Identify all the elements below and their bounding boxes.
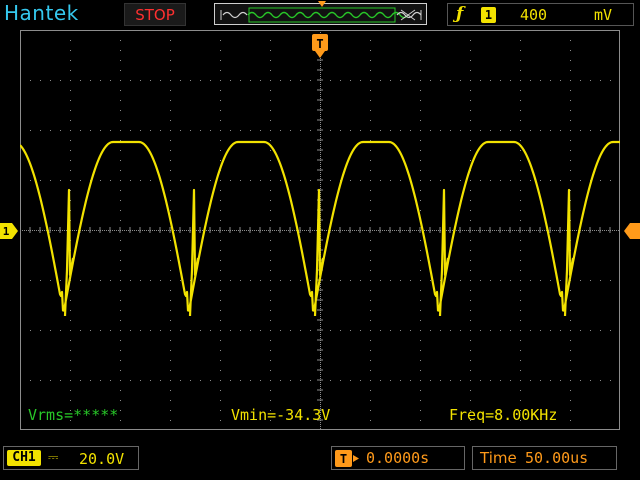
- horizontal-position-panel[interactable]: T 0.0000s: [331, 446, 465, 470]
- trigger-position-label: T: [316, 37, 323, 51]
- trigger-offset-icon: T: [335, 450, 361, 471]
- run-stop-indicator[interactable]: STOP: [124, 3, 186, 26]
- buffer-waveform-preview: [220, 7, 422, 23]
- timebase-label: Time: [480, 449, 517, 467]
- waveform-display[interactable]: [19, 29, 621, 431]
- horizontal-position-value: 0.0000s: [366, 449, 430, 467]
- measurement-vrms: Vrms=*****: [28, 406, 119, 424]
- channel1-waveform-trace: [20, 140, 620, 317]
- dc-coupling-icon: ⎓: [48, 450, 59, 465]
- trigger-source-channel: 1: [481, 7, 496, 23]
- channel1-ground-marker[interactable]: 1: [0, 223, 20, 243]
- measurement-vmin: Vmin=-34.3V: [231, 406, 331, 424]
- volts-per-div: 20.0V: [79, 450, 125, 468]
- trigger-level-value: 400: [520, 6, 548, 24]
- bottom-status-bar: CH1 ⎓ 20.0V T 0.0000s Time 50.00us: [0, 440, 640, 480]
- timebase-panel[interactable]: Time 50.00us: [472, 446, 617, 470]
- trigger-status-panel[interactable]: ƒ 1 400 mV: [447, 3, 634, 26]
- top-status-bar: Hantek STOP ƒ 1 400 mV: [0, 0, 640, 30]
- rising-edge-icon: ƒ: [456, 4, 464, 24]
- memory-buffer-indicator: [214, 1, 427, 25]
- trigger-position-marker[interactable]: T: [312, 34, 328, 64]
- trigger-level-unit: mV: [594, 6, 613, 24]
- channel1-ground-label: 1: [3, 225, 10, 238]
- trigger-offset-label: T: [340, 452, 347, 466]
- measurement-frequency: Freq=8.00KHz: [449, 406, 558, 424]
- trigger-level-marker[interactable]: [624, 223, 640, 243]
- channel1-settings[interactable]: CH1 ⎓ 20.0V: [3, 446, 139, 470]
- channel1-label: CH1: [7, 450, 41, 466]
- brand-logo: Hantek: [4, 1, 79, 25]
- timebase-value: 50.00us: [525, 449, 589, 467]
